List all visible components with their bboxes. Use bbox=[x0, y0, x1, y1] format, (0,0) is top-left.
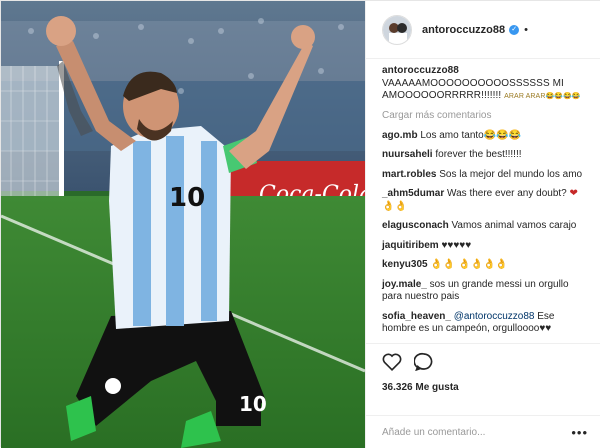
comment-item: sofia_heaven_ @antoroccuzzo88 Ese hombre… bbox=[382, 311, 590, 336]
comment-username[interactable]: nuursaheli bbox=[382, 149, 433, 160]
separator-dot: • bbox=[524, 23, 528, 36]
post-image: Coca-Cola 10 10 bbox=[1, 1, 365, 448]
action-buttons bbox=[382, 344, 586, 382]
comment-username[interactable]: _ahm5dumar bbox=[382, 188, 444, 199]
post-photo[interactable]: Coca-Cola 10 10 bbox=[1, 1, 365, 448]
comment-item: ago.mb Los amo tanto😂😂😂 bbox=[382, 130, 590, 143]
comment-username[interactable]: joy.male_ bbox=[382, 279, 427, 290]
comment-input[interactable] bbox=[382, 426, 562, 438]
post-side-panel: antoroccuzzo88 ✓ • antoroccuzzo88 VAAAAA… bbox=[365, 1, 600, 448]
avatar[interactable] bbox=[382, 14, 412, 45]
comment-item: jaquitiribem ♥♥♥♥♥ bbox=[382, 240, 590, 253]
comments-list: antoroccuzzo88 VAAAAAMOOOOOOOOOOSSSSSS M… bbox=[366, 65, 600, 340]
add-comment-bar: ••• bbox=[366, 415, 600, 448]
comment-text: Sos la mejor del mundo los amo bbox=[439, 168, 583, 180]
comment-username[interactable]: kenyu305 bbox=[382, 259, 428, 270]
post-header: antoroccuzzo88 ✓ • bbox=[366, 1, 600, 59]
comment-text: Vamos animal vamos carajo bbox=[451, 220, 577, 231]
comment-username[interactable]: ago.mb bbox=[382, 130, 418, 141]
post-actions: 36.326 Me gusta bbox=[366, 343, 600, 393]
comment-text: Was there ever any doubt? bbox=[447, 188, 567, 199]
comment-item: mart.robles Sos la mejor del mundo los a… bbox=[382, 169, 590, 182]
load-more-comments-link[interactable]: Cargar más comentarios bbox=[382, 110, 590, 121]
comment-item: _ahm5dumar Was there ever any doubt? ❤ 👌… bbox=[382, 188, 590, 213]
more-options-icon[interactable]: ••• bbox=[571, 425, 588, 440]
heart-icon[interactable] bbox=[382, 352, 402, 376]
instagram-post: Coca-Cola 10 10 antoroccuzzo88 ✓ • antor… bbox=[0, 0, 600, 448]
svg-text:10: 10 bbox=[169, 183, 205, 213]
comment-text: ♥♥♥♥♥ bbox=[441, 239, 472, 251]
comment-item: nuursaheli forever the best!!!!!! bbox=[382, 149, 590, 162]
comment-text: forever the best!!!!!! bbox=[435, 149, 522, 160]
comment-item: kenyu305 👌👌 👌👌👌👌 bbox=[382, 259, 590, 272]
likes-count[interactable]: 36.326 Me gusta bbox=[382, 382, 586, 393]
header-username[interactable]: antoroccuzzo88 bbox=[422, 24, 505, 36]
caption-emoji: ARAR ARAR😂😂😂😂 bbox=[504, 93, 581, 100]
comment-item: joy.male_ sos un grande messi un orgullo… bbox=[382, 279, 590, 304]
comment-username[interactable]: mart.robles bbox=[382, 169, 436, 180]
comment-item: elagusconach Vamos animal vamos carajo bbox=[382, 220, 590, 233]
comment-username[interactable]: jaquitiribem bbox=[382, 240, 439, 251]
comment-mention[interactable]: @antoroccuzzo88 bbox=[454, 311, 535, 322]
comment-text: Los amo tanto😂😂😂 bbox=[420, 129, 522, 141]
post-caption: antoroccuzzo88 VAAAAAMOOOOOOOOOOSSSSSS M… bbox=[382, 65, 590, 104]
comment-username[interactable]: sofia_heaven_ bbox=[382, 311, 451, 322]
svg-text:10: 10 bbox=[239, 392, 267, 416]
comment-text: 👌👌 👌👌👌👌 bbox=[430, 259, 508, 270]
comment-username[interactable]: elagusconach bbox=[382, 220, 449, 231]
comment-bubble-icon[interactable] bbox=[413, 352, 434, 376]
caption-username[interactable]: antoroccuzzo88 bbox=[382, 65, 459, 76]
verified-badge-icon: ✓ bbox=[509, 24, 520, 35]
avatar-image bbox=[383, 15, 411, 44]
